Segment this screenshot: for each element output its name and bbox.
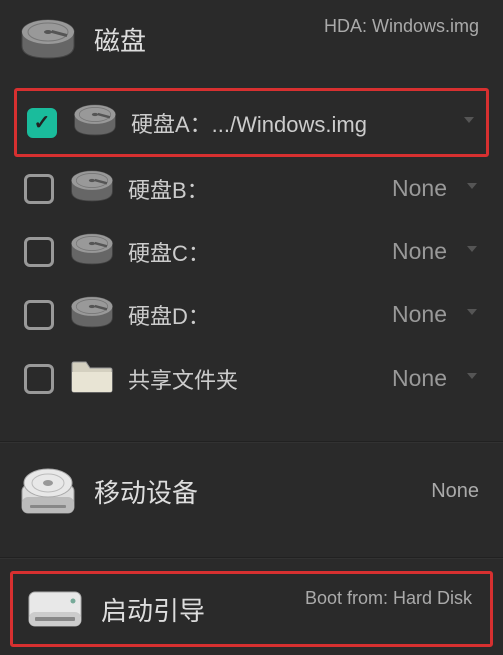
disk-section-title: 磁盘 <box>94 21 146 58</box>
chevron-down-icon <box>465 305 479 319</box>
disk-label-3: 硬盘D： <box>128 299 392 331</box>
hdd-icon <box>70 295 114 329</box>
chevron-down-icon <box>465 179 479 193</box>
disk-row-2[interactable]: 硬盘C：None <box>14 220 489 283</box>
disk-value-3: None <box>392 301 447 328</box>
disk-label-4: 共享文件夹 <box>128 363 392 395</box>
section-divider-2 <box>0 557 503 559</box>
disk-dropdown-2[interactable] <box>455 242 479 261</box>
disk-value-4: None <box>392 365 447 392</box>
disk-dropdown-3[interactable] <box>455 305 479 324</box>
hdd-icon <box>70 169 114 203</box>
removable-value: None <box>431 480 479 503</box>
boot-title: 启动引导 <box>101 591 205 628</box>
disk-row-4[interactable]: 共享文件夹None <box>14 346 489 411</box>
disk-row-1[interactable]: 硬盘B：None <box>14 157 489 220</box>
removable-title: 移动设备 <box>94 473 198 510</box>
disk-section-subtitle: HDA: Windows.img <box>324 16 479 37</box>
removable-section[interactable]: 移动设备 None <box>0 443 503 545</box>
checkmark-icon: ✓ <box>34 110 51 135</box>
disk-label-0: 硬盘A：.../Windows.img <box>131 107 452 139</box>
disk-dropdown-4[interactable] <box>455 369 479 388</box>
disk-label-2: 硬盘C： <box>128 236 392 268</box>
disk-checkbox-3[interactable] <box>24 300 54 330</box>
disk-checkbox-4[interactable] <box>24 364 54 394</box>
chevron-down-icon <box>465 369 479 383</box>
disk-dropdown-0[interactable] <box>452 113 476 132</box>
disk-label-1: 硬盘B： <box>128 173 392 205</box>
disk-row-0[interactable]: ✓ 硬盘A：.../Windows.img <box>14 88 489 157</box>
chevron-down-icon <box>465 242 479 256</box>
boot-drive-icon <box>27 588 83 630</box>
disk-checkbox-2[interactable] <box>24 237 54 267</box>
hdd-icon <box>73 103 117 137</box>
disk-checkbox-1[interactable] <box>24 174 54 204</box>
disk-value-1: None <box>392 175 447 202</box>
disk-row-3[interactable]: 硬盘D：None <box>14 283 489 346</box>
disk-checkbox-0[interactable]: ✓ <box>27 108 57 138</box>
disk-dropdown-1[interactable] <box>455 179 479 198</box>
folder-icon <box>70 358 114 394</box>
disk-list: ✓ 硬盘A：.../Windows.img 硬盘B：None 硬盘C：None … <box>0 78 503 429</box>
cd-drive-icon <box>20 467 76 515</box>
chevron-down-icon <box>462 113 476 127</box>
disk-section-header: 磁盘 HDA: Windows.img <box>0 0 503 78</box>
disk-value-2: None <box>392 238 447 265</box>
hdd-icon <box>20 18 76 60</box>
hdd-icon <box>70 232 114 266</box>
boot-subtitle: Boot from: Hard Disk <box>305 588 472 609</box>
boot-section[interactable]: 启动引导 Boot from: Hard Disk <box>10 571 493 647</box>
